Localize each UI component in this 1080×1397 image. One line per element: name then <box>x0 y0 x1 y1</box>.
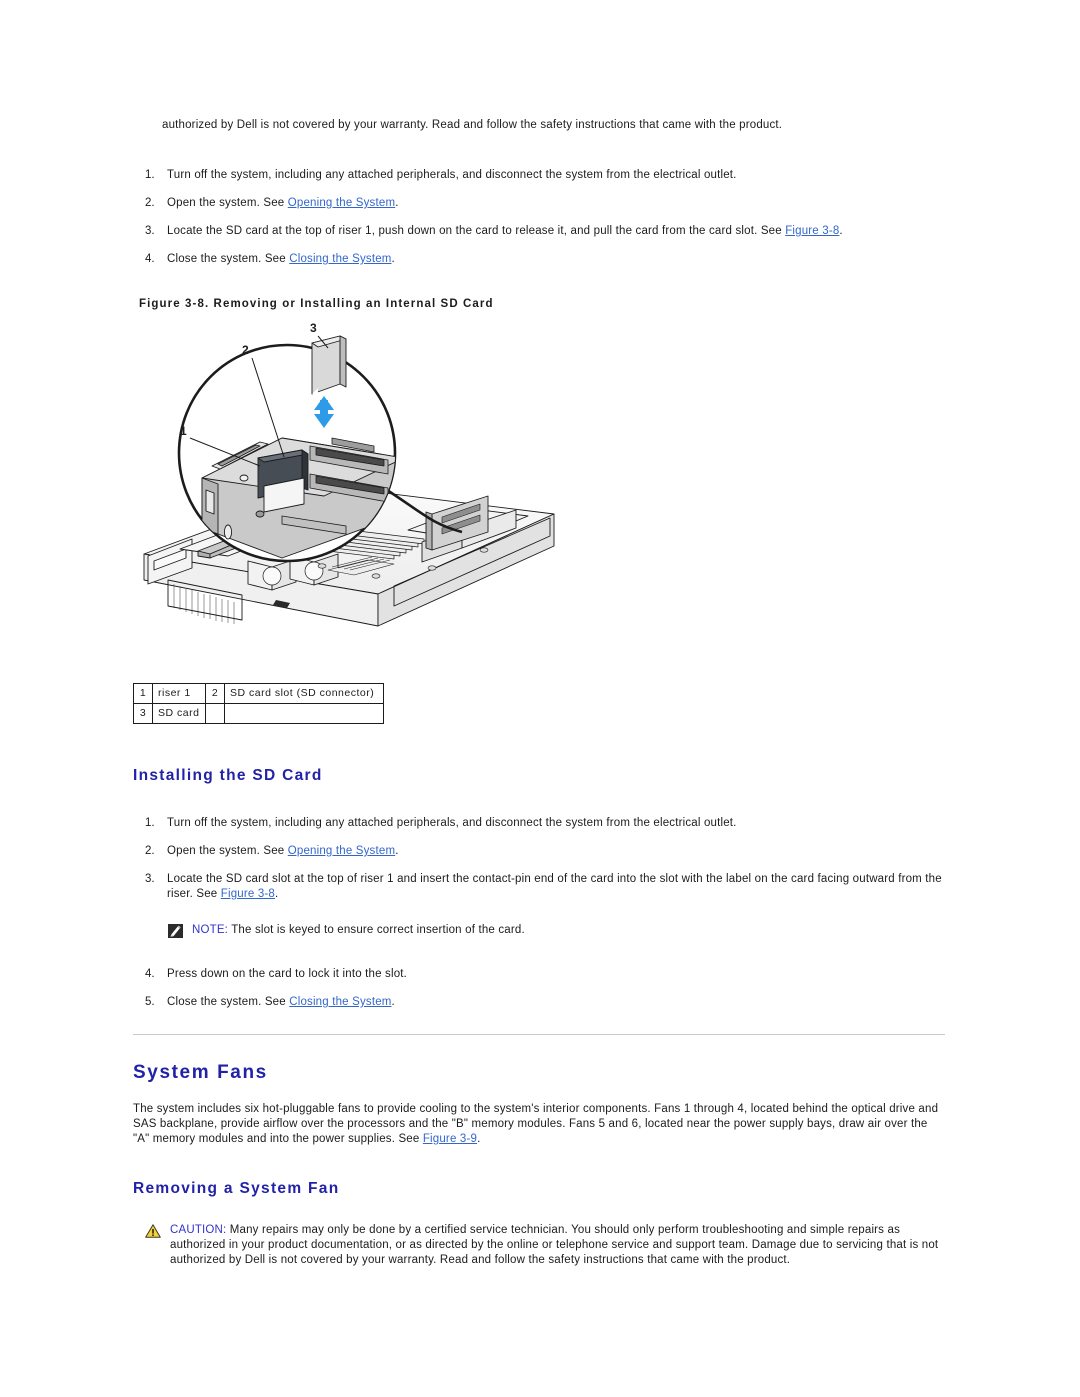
callout-number-3: 3 <box>310 321 317 335</box>
callout-number-2: 2 <box>242 343 249 357</box>
note-keyword: NOTE: <box>192 924 229 936</box>
legend-label: SD card slot (SD connector) <box>224 683 384 704</box>
removing-sd-card-steps: 1. Turn off the system, including any at… <box>145 168 945 280</box>
legend-number: 3 <box>133 703 153 724</box>
legend-number-empty <box>205 703 225 724</box>
list-item: 5. Close the system. See Closing the Sys… <box>145 995 950 1010</box>
step-text: Locate the SD card at the top of riser 1… <box>167 224 945 239</box>
link-figure-3-8[interactable]: Figure 3-8 <box>785 225 839 237</box>
legend-number: 1 <box>133 683 153 704</box>
step-number: 2. <box>145 197 155 209</box>
step-text-part: Locate the SD card at the top of riser 1… <box>167 225 786 237</box>
list-item: 1. Turn off the system, including any at… <box>145 816 950 831</box>
note-admonition: NOTE: The slot is keyed to ensure correc… <box>168 923 868 938</box>
table-row: 3 SD card <box>133 703 384 724</box>
step-text-part: Press down on the card to lock it into t… <box>167 968 408 980</box>
note-pencil-icon <box>168 924 183 938</box>
caution-continuation-text: authorized by Dell is not covered by you… <box>162 119 783 131</box>
document-page: authorized by Dell is not covered by you… <box>0 0 1080 1397</box>
step-number: 1. <box>145 817 155 829</box>
figure-illustration: 3 2 1 <box>132 318 562 668</box>
table-row: 1 riser 1 2 SD card slot (SD connector) <box>133 683 384 704</box>
step-text-part: Close the system. See <box>167 253 290 265</box>
step-text-part: . <box>391 996 395 1008</box>
step-number: 3. <box>145 873 155 885</box>
heading-installing-the-sd-card: Installing the SD Card <box>133 767 323 784</box>
link-figure-3-9[interactable]: Figure 3-9 <box>423 1133 477 1145</box>
section-divider <box>133 1034 945 1035</box>
caution-admonition: CAUTION: Many repairs may only be done b… <box>145 1223 948 1268</box>
step-text-part: Locate the SD card slot at the top of ri… <box>167 873 942 900</box>
step-number: 3. <box>145 225 155 237</box>
caution-keyword: CAUTION: <box>170 1224 227 1236</box>
step-text: Close the system. See Closing the System… <box>167 252 945 267</box>
step-number: 4. <box>145 968 155 980</box>
link-figure-3-8[interactable]: Figure 3-8 <box>221 888 275 900</box>
list-item: 4. Press down on the card to lock it int… <box>145 967 950 982</box>
legend-label-empty <box>224 703 384 724</box>
step-text-part: . <box>391 253 395 265</box>
step-text: Turn off the system, including any attac… <box>167 168 945 183</box>
step-text-part: Open the system. See <box>167 197 288 209</box>
step-number: 5. <box>145 996 155 1008</box>
paragraph-text-part: . <box>477 1133 481 1145</box>
step-text-part: . <box>274 888 279 900</box>
list-item: 3. Locate the SD card slot at the top of… <box>145 872 950 902</box>
list-item: 2. Open the system. See Opening the Syst… <box>145 196 945 211</box>
heading-removing-a-system-fan: Removing a System Fan <box>133 1180 340 1197</box>
step-text-part: Close the system. See <box>167 996 290 1008</box>
step-text: Close the system. See Closing the System… <box>167 995 950 1010</box>
legend-label: SD card <box>152 703 206 724</box>
step-text-part: Turn off the system, including any attac… <box>167 817 737 829</box>
step-text-part: . <box>839 225 843 237</box>
figure-caption: Figure 3-8. Removing or Installing an In… <box>139 298 494 310</box>
step-text: Locate the SD card slot at the top of ri… <box>167 872 950 902</box>
step-text: Turn off the system, including any attac… <box>167 816 950 831</box>
step-text: Open the system. See Opening the System. <box>167 196 945 211</box>
link-closing-the-system[interactable]: Closing the System <box>289 996 391 1008</box>
step-text-part: . <box>395 197 399 209</box>
callout-number-1: 1 <box>180 424 187 438</box>
step-text-part: Open the system. See <box>167 845 288 857</box>
step-text-part: . <box>395 845 399 857</box>
note-body: The slot is keyed to ensure correct inse… <box>228 924 525 936</box>
list-item: 2. Open the system. See Opening the Syst… <box>145 844 950 859</box>
step-number: 4. <box>145 253 155 265</box>
step-text-part: Turn off the system, including any attac… <box>167 169 737 181</box>
list-item: 1. Turn off the system, including any at… <box>145 168 945 183</box>
step-text: Press down on the card to lock it into t… <box>167 967 950 982</box>
installing-sd-card-steps: 1. Turn off the system, including any at… <box>145 816 950 915</box>
list-item: 4. Close the system. See Closing the Sys… <box>145 252 945 267</box>
legend-number: 2 <box>205 683 225 704</box>
sd-card-slot-shape <box>257 449 309 513</box>
list-item: 3. Locate the SD card at the top of rise… <box>145 224 945 239</box>
figure-legend-table: 1 riser 1 2 SD card slot (SD connector) … <box>133 683 384 724</box>
step-number: 2. <box>145 845 155 857</box>
legend-label: riser 1 <box>152 683 206 704</box>
link-opening-the-system[interactable]: Opening the System <box>288 197 395 209</box>
system-fans-paragraph: The system includes six hot-pluggable fa… <box>133 1102 945 1147</box>
step-text: Open the system. See Opening the System. <box>167 844 950 859</box>
warning-triangle-icon <box>145 1224 161 1243</box>
heading-system-fans: System Fans <box>133 1062 268 1083</box>
sd-card-diagram-svg: 3 2 1 <box>143 321 555 627</box>
caution-body: Many repairs may only be done by a certi… <box>170 1224 939 1266</box>
link-closing-the-system[interactable]: Closing the System <box>289 253 391 265</box>
step-number: 1. <box>145 169 155 181</box>
note-text: NOTE: The slot is keyed to ensure correc… <box>192 923 525 938</box>
paragraph-text-part: The system includes six hot-pluggable fa… <box>133 1103 939 1145</box>
caution-text: CAUTION: Many repairs may only be done b… <box>170 1223 948 1268</box>
link-opening-the-system[interactable]: Opening the System <box>288 845 395 857</box>
installing-sd-card-steps-after-note: 4. Press down on the card to lock it int… <box>145 967 950 1023</box>
